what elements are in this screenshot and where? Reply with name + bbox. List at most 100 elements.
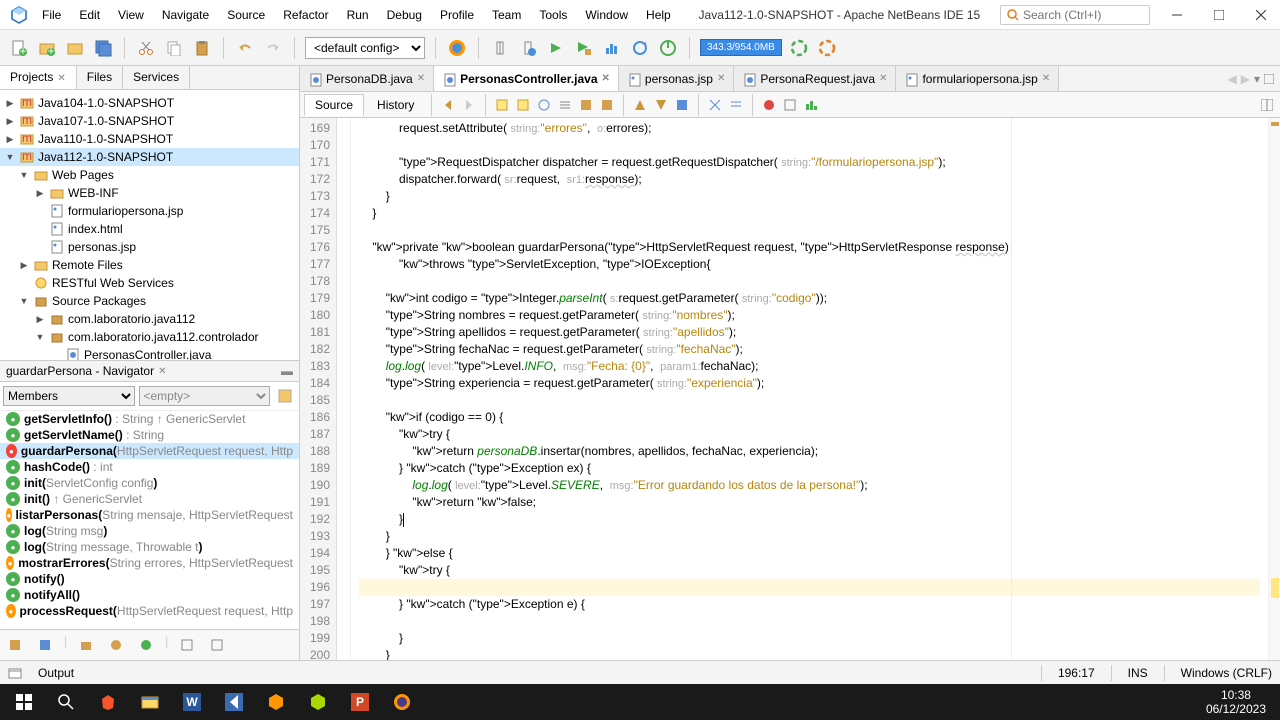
navigator-item[interactable]: ●log(String msg): [0, 523, 299, 539]
source-tab[interactable]: Source: [304, 94, 364, 116]
start-button[interactable]: [4, 686, 44, 718]
navigator-filter-icon[interactable]: [274, 385, 296, 407]
navigator-close-icon[interactable]: ✕: [158, 366, 166, 377]
new-project-icon[interactable]: +: [36, 37, 58, 59]
navigator-empty-select[interactable]: <empty>: [139, 386, 271, 406]
nav-tb-1-icon[interactable]: [4, 634, 26, 656]
tree-item[interactable]: PersonasController.java: [0, 346, 299, 360]
output-tab[interactable]: Output: [38, 666, 74, 680]
navigator-item[interactable]: ●getServletName() : String: [0, 427, 299, 443]
file-tab[interactable]: formulariopersona.jsp✕: [896, 66, 1059, 91]
tab-maximize-icon[interactable]: [1264, 74, 1274, 84]
minimize-button[interactable]: [1162, 5, 1192, 25]
search-input[interactable]: [1023, 8, 1133, 22]
tree-item[interactable]: ▶Remote Files: [0, 256, 299, 274]
updates-icon[interactable]: [816, 37, 838, 59]
et-9-icon[interactable]: [673, 96, 691, 114]
taskbar-powerpoint-icon[interactable]: P: [340, 686, 380, 718]
menu-tools[interactable]: Tools: [531, 4, 575, 26]
menu-profile[interactable]: Profile: [432, 4, 482, 26]
tree-item[interactable]: formulariopersona.jsp: [0, 202, 299, 220]
tree-item[interactable]: ▼Web Pages: [0, 166, 299, 184]
menu-navigate[interactable]: Navigate: [154, 4, 217, 26]
menu-debug[interactable]: Debug: [379, 4, 430, 26]
et-5-icon[interactable]: [577, 96, 595, 114]
save-all-icon[interactable]: [92, 37, 114, 59]
navigator-item[interactable]: ●init(ServletConfig config): [0, 475, 299, 491]
clean-build-icon[interactable]: [517, 37, 539, 59]
tree-item[interactable]: ▼mJava112-1.0-SNAPSHOT: [0, 148, 299, 166]
et-11-icon[interactable]: [727, 96, 745, 114]
reload-icon[interactable]: [629, 37, 651, 59]
tab-scroll-right-icon[interactable]: ▶: [1241, 72, 1250, 86]
taskbar-explorer-icon[interactable]: [130, 686, 170, 718]
nav-tb-5-icon[interactable]: [135, 634, 157, 656]
paste-icon[interactable]: [191, 37, 213, 59]
navigator-item[interactable]: ●mostrarErrores(String errores, HttpServ…: [0, 555, 299, 571]
menu-view[interactable]: View: [110, 4, 152, 26]
menu-help[interactable]: Help: [638, 4, 679, 26]
et-3-icon[interactable]: [535, 96, 553, 114]
cut-icon[interactable]: [135, 37, 157, 59]
tab-dropdown-icon[interactable]: ▾: [1254, 72, 1260, 86]
menu-refactor[interactable]: Refactor: [275, 4, 336, 26]
panel-tab-services[interactable]: Services: [123, 66, 190, 89]
et-12-icon[interactable]: [802, 96, 820, 114]
menu-window[interactable]: Window: [577, 4, 636, 26]
build-icon[interactable]: [489, 37, 511, 59]
nav-tb-7-icon[interactable]: [206, 634, 228, 656]
config-select[interactable]: <default config>: [305, 37, 425, 59]
output-tab-icon[interactable]: [8, 666, 22, 680]
taskbar-brave-icon[interactable]: [88, 686, 128, 718]
copy-icon[interactable]: [163, 37, 185, 59]
menu-team[interactable]: Team: [484, 4, 529, 26]
navigator-item[interactable]: ●guardarPersona(HttpServletRequest reque…: [0, 443, 299, 459]
run-icon[interactable]: [545, 37, 567, 59]
tree-item[interactable]: ▶mJava104-1.0-SNAPSHOT: [0, 94, 299, 112]
menu-edit[interactable]: Edit: [71, 4, 108, 26]
panel-tab-projects[interactable]: Projects✕: [0, 66, 77, 89]
panel-tab-files[interactable]: Files: [77, 66, 123, 89]
global-search[interactable]: [1000, 5, 1150, 25]
debug-icon[interactable]: [573, 37, 595, 59]
tree-item[interactable]: ▶mJava107-1.0-SNAPSHOT: [0, 112, 299, 130]
taskbar-netbeans-icon[interactable]: [298, 686, 338, 718]
nav-tb-4-icon[interactable]: [105, 634, 127, 656]
history-tab[interactable]: History: [367, 95, 424, 115]
et-1-icon[interactable]: [493, 96, 511, 114]
navigator-item[interactable]: ●getServletInfo() : String ↑ GenericServ…: [0, 411, 299, 427]
taskbar-word-icon[interactable]: W: [172, 686, 212, 718]
navigator-item[interactable]: ●hashCode() : int: [0, 459, 299, 475]
et-split-icon[interactable]: [1258, 96, 1276, 114]
file-tab[interactable]: PersonasController.java✕: [434, 66, 619, 91]
menu-run[interactable]: Run: [339, 4, 377, 26]
navigator-item[interactable]: ●notify(): [0, 571, 299, 587]
file-tab[interactable]: PersonaRequest.java✕: [734, 66, 896, 91]
et-6-icon[interactable]: [598, 96, 616, 114]
navigator-item[interactable]: ●processRequest(HttpServletRequest reque…: [0, 603, 299, 619]
nav-tb-3-icon[interactable]: [75, 634, 97, 656]
close-button[interactable]: [1246, 5, 1276, 25]
open-project-icon[interactable]: [64, 37, 86, 59]
nav-tb-6-icon[interactable]: [176, 634, 198, 656]
et-stop-icon[interactable]: [781, 96, 799, 114]
menu-file[interactable]: File: [34, 4, 69, 26]
file-tab[interactable]: personas.jsp✕: [619, 66, 734, 91]
menu-source[interactable]: Source: [219, 4, 273, 26]
et-nav-back-icon[interactable]: [439, 96, 457, 114]
undo-icon[interactable]: [234, 37, 256, 59]
taskbar-search-icon[interactable]: [46, 686, 86, 718]
navigator-minimize-icon[interactable]: ▬: [281, 364, 293, 378]
taskbar-firefox-icon[interactable]: [382, 686, 422, 718]
tree-item[interactable]: ▶com.laboratorio.java112: [0, 310, 299, 328]
et-10-icon[interactable]: [706, 96, 724, 114]
tree-item[interactable]: ▼Source Packages: [0, 292, 299, 310]
taskbar-clock[interactable]: 10:38 06/12/2023: [1196, 688, 1276, 717]
tab-scroll-left-icon[interactable]: ◀: [1228, 72, 1237, 86]
navigator-item[interactable]: ●log(String message, Throwable t): [0, 539, 299, 555]
et-4-icon[interactable]: [556, 96, 574, 114]
et-nav-fwd-icon[interactable]: [460, 96, 478, 114]
et-2-icon[interactable]: [514, 96, 532, 114]
tree-item[interactable]: personas.jsp: [0, 238, 299, 256]
nav-tb-2-icon[interactable]: [34, 634, 56, 656]
